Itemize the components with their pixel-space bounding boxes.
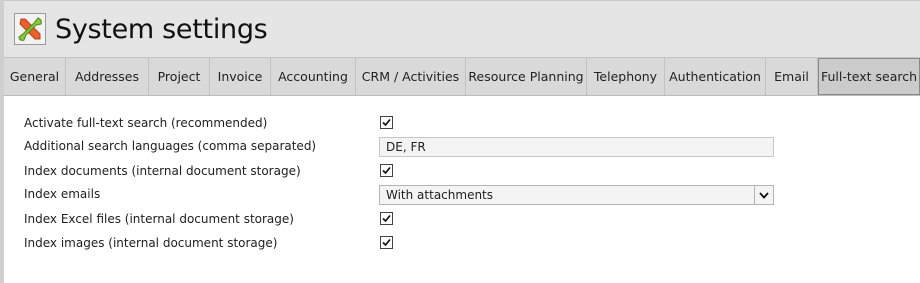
tab-addresses[interactable]: Addresses xyxy=(66,58,149,95)
setting-documents-row: Index documents (internal document stora… xyxy=(24,162,784,182)
languages-input[interactable]: DE, FR xyxy=(379,137,774,157)
images-checkbox[interactable] xyxy=(380,236,393,249)
documents-label: Index documents (internal document stora… xyxy=(24,164,301,178)
chevron-down-icon[interactable] xyxy=(754,186,773,204)
tab-resource-planning[interactable]: Resource Planning xyxy=(466,58,587,95)
setting-excel-row: Index Excel files (internal document sto… xyxy=(24,210,784,230)
settings-panel: Activate full-text search (recommended) … xyxy=(4,96,920,283)
tab-authentication[interactable]: Authentication xyxy=(665,58,766,95)
activate-checkbox[interactable] xyxy=(380,116,393,129)
checkmark-icon xyxy=(382,238,391,247)
tab-telephony[interactable]: Telephony xyxy=(587,58,665,95)
tools-icon xyxy=(14,13,46,45)
setting-activate-row: Activate full-text search (recommended) xyxy=(24,114,784,134)
setting-images-row: Index images (internal document storage) xyxy=(24,234,784,254)
setting-languages-row: Additional search languages (comma separ… xyxy=(24,137,784,157)
emails-dropdown-value: With attachments xyxy=(386,188,494,202)
checkmark-icon xyxy=(382,214,391,223)
tab-full-text-search[interactable]: Full-text search xyxy=(818,58,920,95)
activate-label: Activate full-text search (recommended) xyxy=(24,116,268,130)
emails-label: Index emails xyxy=(24,187,101,201)
page-title: System settings xyxy=(55,14,268,45)
page-header: System settings xyxy=(4,0,920,57)
checkmark-icon xyxy=(382,118,391,127)
tab-general[interactable]: General xyxy=(4,58,66,95)
images-label: Index images (internal document storage) xyxy=(24,236,278,250)
setting-emails-row: Index emails With attachments xyxy=(24,185,784,205)
excel-label: Index Excel files (internal document sto… xyxy=(24,212,294,226)
languages-label: Additional search languages (comma separ… xyxy=(24,139,317,153)
emails-dropdown[interactable]: With attachments xyxy=(379,185,774,205)
tab-crm-activities[interactable]: CRM / Activities xyxy=(356,58,466,95)
tab-invoice[interactable]: Invoice xyxy=(210,58,271,95)
excel-checkbox[interactable] xyxy=(380,212,393,225)
checkmark-icon xyxy=(382,166,391,175)
tab-accounting[interactable]: Accounting xyxy=(271,58,356,95)
tab-email[interactable]: Email xyxy=(766,58,818,95)
tab-project[interactable]: Project xyxy=(149,58,210,95)
settings-tab-bar: General Addresses Project Invoice Accoun… xyxy=(4,57,920,96)
documents-checkbox[interactable] xyxy=(380,164,393,177)
